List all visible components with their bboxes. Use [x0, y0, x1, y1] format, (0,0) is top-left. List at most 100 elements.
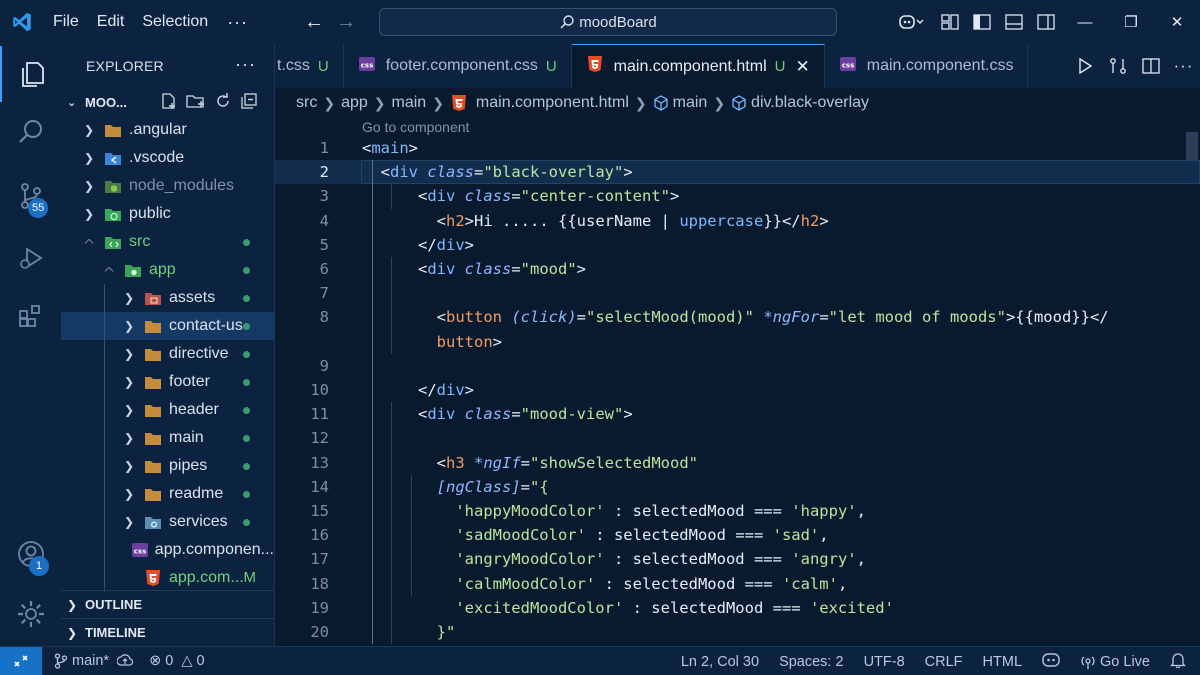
- tree-item-main[interactable]: ❯ main: [61, 424, 274, 452]
- source-control-icon[interactable]: 55: [0, 168, 61, 224]
- restore-icon[interactable]: ❐: [1108, 0, 1154, 44]
- code-line[interactable]: 20 }": [275, 620, 1200, 644]
- new-folder-icon[interactable]: [186, 92, 206, 110]
- branch-status[interactable]: main*: [54, 653, 109, 669]
- tab-main-component-css[interactable]: css main.component.css: [825, 44, 1029, 88]
- code-line[interactable]: 13 <h3 *ngIf="showSelectedMood": [275, 451, 1200, 475]
- run-icon[interactable]: [1068, 58, 1101, 74]
- tree-item-directive[interactable]: ❯ directive: [61, 340, 274, 368]
- code-line[interactable]: 12: [275, 426, 1200, 450]
- remote-indicator-icon[interactable]: [0, 646, 42, 675]
- breadcrumb-div-element[interactable]: div.black-overlay: [751, 94, 869, 112]
- tree-item-app-componen[interactable]: css app.componen...: [61, 536, 274, 564]
- toggle-secondary-sidebar-icon[interactable]: [1030, 0, 1062, 44]
- code-line[interactable]: 5 </div>: [275, 233, 1200, 257]
- breadcrumb-app[interactable]: app: [341, 94, 368, 112]
- tree-item-public[interactable]: ❯ public: [61, 200, 274, 228]
- tree-item-angular[interactable]: ❯ .angular: [61, 116, 274, 144]
- code-line[interactable]: 10 </div>: [275, 378, 1200, 402]
- code-line[interactable]: 18 'calmMoodColor' : selectedMood === 'c…: [275, 572, 1200, 596]
- explorer-more-icon[interactable]: ···: [235, 54, 256, 75]
- indentation[interactable]: Spaces: 2: [779, 654, 844, 670]
- menu-more-icon[interactable]: ···: [217, 12, 258, 33]
- notifications-bell-icon[interactable]: [1169, 652, 1187, 672]
- explorer-icon[interactable]: [0, 46, 61, 102]
- forward-arrow-icon[interactable]: →: [330, 11, 362, 34]
- code-line[interactable]: 15 'happyMoodColor' : selectedMood === '…: [275, 499, 1200, 523]
- copilot-icon[interactable]: [888, 0, 934, 44]
- close-tab-icon[interactable]: ✕: [795, 57, 809, 77]
- code-line[interactable]: 1 <main>: [275, 136, 1200, 160]
- line-endings[interactable]: CRLF: [925, 654, 963, 670]
- menu-edit[interactable]: Edit: [88, 0, 134, 44]
- code-editor[interactable]: Go to component 1 <main> 2 <div class="bla…: [275, 118, 1200, 646]
- breadcrumb-file[interactable]: main.component.html: [476, 94, 629, 112]
- code-line[interactable]: 3 <div class="center-content">: [275, 184, 1200, 208]
- code-line[interactable]: 16 'sadMoodColor' : selectedMood === 'sa…: [275, 523, 1200, 547]
- tree-item-vscode[interactable]: ❯ .vscode: [61, 144, 274, 172]
- code-line[interactable]: 11 <div class="mood-view">: [275, 402, 1200, 426]
- customize-layout-icon[interactable]: [934, 0, 966, 44]
- collapse-all-icon[interactable]: [240, 92, 258, 110]
- tree-item-contact-us[interactable]: ❯ contact-us: [61, 312, 274, 340]
- tree-item-node-modules[interactable]: ❯ node_modules: [61, 172, 274, 200]
- new-file-icon[interactable]: [160, 92, 178, 110]
- code-line[interactable]: button>: [275, 330, 1200, 354]
- tree-item-footer[interactable]: ❯ footer: [61, 368, 274, 396]
- tree-item-assets[interactable]: ❯ assets: [61, 284, 274, 312]
- search-activity-icon[interactable]: [0, 104, 61, 160]
- breadcrumb-main-folder[interactable]: main: [392, 94, 427, 112]
- code-token: 'calmMoodColor': [362, 574, 596, 593]
- problems-status[interactable]: ⊗ 0 △ 0: [149, 653, 204, 669]
- outline-section[interactable]: ❯ OUTLINE: [61, 590, 274, 618]
- tab-t-css[interactable]: t.css U: [275, 44, 344, 88]
- run-debug-icon[interactable]: [0, 230, 61, 286]
- code-line[interactable]: 6 <div class="mood">: [275, 257, 1200, 281]
- workspace-root[interactable]: ⌄ MOO...: [61, 88, 274, 116]
- code-line[interactable]: 4 <h2>Hi ..... {{userName | uppercase}}<…: [275, 209, 1200, 233]
- code-line[interactable]: 2 <div class="black-overlay">: [275, 160, 1200, 185]
- code-line[interactable]: 17 'angryMoodColor' : selectedMood === '…: [275, 547, 1200, 571]
- refresh-icon[interactable]: [214, 92, 232, 110]
- tree-item-app[interactable]: ⌵ app: [61, 256, 274, 284]
- toggle-sidebar-icon[interactable]: [966, 0, 998, 44]
- breadcrumb-main-element[interactable]: main: [673, 94, 708, 112]
- tree-item-header[interactable]: ❯ header: [61, 396, 274, 424]
- go-live-button[interactable]: Go Live: [1080, 654, 1150, 670]
- extensions-icon[interactable]: [0, 288, 61, 344]
- cursor-position[interactable]: Ln 2, Col 30: [681, 654, 759, 670]
- breadcrumb-src[interactable]: src: [296, 94, 317, 112]
- menu-selection[interactable]: Selection: [133, 0, 217, 44]
- manage-gear-icon[interactable]: [0, 586, 61, 642]
- code-line[interactable]: 8 <button (click)="selectMood(mood)" *ng…: [275, 305, 1200, 329]
- code-token: <: [362, 211, 446, 230]
- compare-changes-icon[interactable]: [1101, 57, 1134, 75]
- tree-item-readme[interactable]: ❯ readme: [61, 480, 274, 508]
- code-line[interactable]: 9: [275, 354, 1200, 378]
- more-actions-icon[interactable]: ···: [1167, 56, 1200, 76]
- chevron-right-icon: ❯: [83, 151, 95, 165]
- minimize-icon[interactable]: —: [1062, 0, 1108, 44]
- sync-icon[interactable]: [117, 654, 134, 668]
- encoding[interactable]: UTF-8: [864, 654, 905, 670]
- tree-item-app-com[interactable]: app.com... M: [61, 564, 274, 592]
- split-editor-icon[interactable]: [1134, 58, 1167, 74]
- copilot-status-icon[interactable]: [1042, 652, 1060, 672]
- back-arrow-icon[interactable]: ←: [298, 11, 330, 34]
- accounts-icon[interactable]: 1: [0, 526, 61, 582]
- tree-item-pipes[interactable]: ❯ pipes: [61, 452, 274, 480]
- command-center-search[interactable]: moodBoard: [379, 8, 837, 36]
- tab-main-component-html[interactable]: main.component.html U ✕: [571, 44, 825, 88]
- toggle-panel-icon[interactable]: [998, 0, 1030, 44]
- language-mode[interactable]: HTML: [983, 654, 1022, 670]
- code-line[interactable]: 14 [ngClass]="{: [275, 475, 1200, 499]
- code-line[interactable]: 19 'excitedMoodColor' : selectedMood ===…: [275, 596, 1200, 620]
- codelens-go-to-component[interactable]: Go to component: [362, 119, 469, 135]
- timeline-section[interactable]: ❯ TIMELINE: [61, 618, 274, 646]
- code-line[interactable]: 7: [275, 281, 1200, 305]
- tab-footer-component-css[interactable]: css footer.component.css U: [344, 44, 572, 88]
- tree-item-services[interactable]: ❯ services: [61, 508, 274, 536]
- close-window-icon[interactable]: ✕: [1154, 0, 1200, 44]
- menu-file[interactable]: File: [44, 0, 88, 44]
- tree-item-src[interactable]: ⌵ src: [61, 228, 274, 256]
